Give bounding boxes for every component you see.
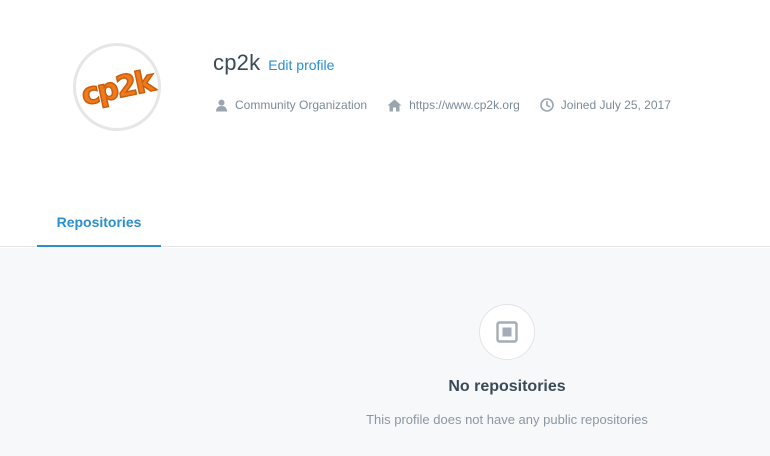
meta-type: Community Organization [215, 98, 367, 112]
empty-state-title: No repositories [448, 378, 566, 395]
empty-state-icon-circle [479, 304, 535, 360]
profile-meta: Community Organization https://www.cp2k.… [215, 98, 691, 112]
empty-state-subtitle: This profile does not have any public re… [366, 412, 648, 427]
profile-name: cp2k [213, 50, 261, 75]
cp2k-logo: cp2k [78, 62, 158, 113]
meta-website: https://www.cp2k.org [387, 98, 520, 112]
profile-header: cp2k cp2k Edit profile Community Organiz… [0, 0, 770, 247]
tab-bar: Repositories [0, 198, 770, 247]
avatar: cp2k [73, 43, 161, 131]
tab-repositories[interactable]: Repositories [37, 198, 161, 247]
org-type-text: Community Organization [235, 98, 368, 112]
edit-profile-link[interactable]: Edit profile [268, 57, 334, 73]
person-icon [216, 99, 227, 111]
meta-joined: Joined July 25, 2017 [539, 98, 671, 112]
clock-icon [539, 98, 554, 112]
home-icon [387, 99, 402, 111]
joined-text: Joined July 25, 2017 [560, 98, 671, 112]
website-link[interactable]: https://www.cp2k.org [409, 98, 520, 112]
profile-title-row: cp2k Edit profile [213, 50, 334, 76]
repository-icon [496, 321, 518, 343]
svg-text:cp2k: cp2k [78, 63, 158, 113]
